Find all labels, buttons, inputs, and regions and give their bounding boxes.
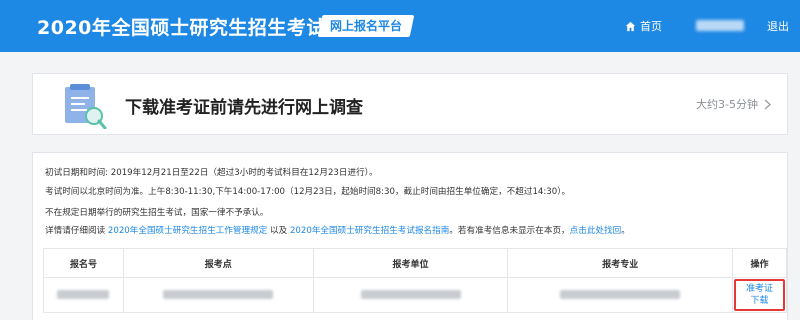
col-header-reg-no: 报名号 (43, 248, 124, 278)
download-ticket-button[interactable]: 准考证下载 (734, 279, 785, 311)
exam-time-text: 考试时间以北京时间为准。上午8:30-11:30,下午14:00-17:00（1… (45, 187, 571, 197)
registration-table: 报名号 报考点 报考单位 报考专业 操作 准考证下载 (43, 248, 787, 313)
redacted-value (560, 290, 681, 299)
home-icon (625, 21, 636, 31)
survey-duration: 大约3-5分钟 (696, 96, 771, 112)
col-header-exam-site: 报考点 (122, 248, 314, 278)
table-header-row: 报名号 报考点 报考单位 报考专业 操作 (43, 248, 787, 278)
redacted-value (57, 290, 110, 299)
table-row: 准考证下载 (43, 277, 787, 313)
unit-cell (312, 277, 509, 313)
recover-link[interactable]: 点击此处找回 (570, 226, 622, 236)
notice-text: 不在规定日期举行的研究生招生考试，国家一律不予承认。 (45, 208, 269, 218)
details-end: 。 (621, 226, 630, 236)
col-header-action: 操作 (732, 248, 787, 278)
user-name-redacted[interactable] (696, 20, 744, 31)
col-header-unit: 报考单位 (312, 248, 509, 278)
survey-duration-label: 大约3-5分钟 (696, 98, 758, 111)
details-text: 详情请仔细阅读 2020年全国硕士研究生招生工作管理规定 以及 2020年全国硕… (45, 224, 630, 236)
reg-no-cell (43, 277, 124, 313)
chevron-right-icon (764, 98, 771, 110)
survey-title: 下载准考证前请先进行网上调查 (125, 98, 363, 118)
exam-date-text: 初试日期和时间: 2019年12月21日至22日（超过3小时的考试科目在12月2… (45, 168, 378, 178)
guide-link[interactable]: 2020年全国硕士研究生招生考试报名指南 (290, 226, 449, 236)
exam-site-cell (122, 277, 314, 313)
admission-ticket-panel: 初试日期和时间: 2019年12月21日至22日（超过3小时的考试科目在12月2… (32, 152, 788, 320)
home-link[interactable]: 首页 (625, 18, 662, 34)
survey-card[interactable]: 下载准考证前请先进行网上调查 大约3-5分钟 (32, 73, 788, 135)
details-and: 以及 (270, 226, 288, 236)
clipboard-check-icon (65, 84, 107, 129)
regulation-link[interactable]: 2020年全国硕士研究生招生工作管理规定 (108, 226, 267, 236)
home-label: 首页 (640, 20, 662, 33)
site-title: 2020年全国硕士研究生招生考试 (37, 17, 326, 39)
platform-label: 网上报名平台 (329, 19, 402, 33)
details-mid: 。若有准考信息未显示在本页， (449, 226, 570, 236)
col-header-major: 报考专业 (507, 248, 734, 278)
platform-tag: 网上报名平台 (317, 15, 415, 37)
redacted-value (163, 290, 274, 299)
major-cell (507, 277, 734, 313)
action-cell: 准考证下载 (732, 277, 787, 313)
top-bar: 2020年全国硕士研究生招生考试 网上报名平台 首页 退出 (0, 0, 800, 52)
details-prefix: 详情请仔细阅读 (45, 226, 106, 236)
redacted-value (360, 290, 461, 299)
logout-link[interactable]: 退出 (767, 18, 789, 34)
